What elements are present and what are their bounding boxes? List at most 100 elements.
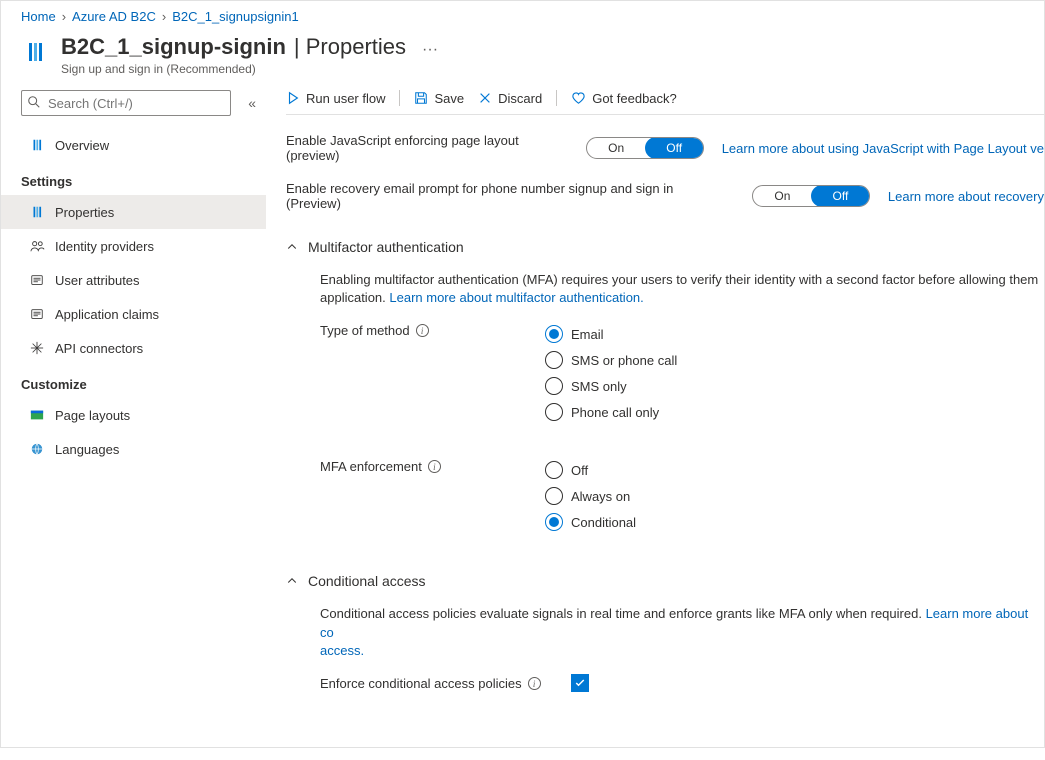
page-layouts-icon bbox=[29, 408, 45, 422]
page-subtitle: | Properties bbox=[294, 34, 406, 60]
radio-icon bbox=[545, 377, 563, 395]
ca-enforce-label: Enforce conditional access policies bbox=[320, 676, 522, 691]
toolbar-separator bbox=[399, 90, 400, 106]
mfa-section-header[interactable]: Multifactor authentication bbox=[286, 229, 1044, 265]
chevron-right-icon: › bbox=[62, 9, 66, 24]
mfa-section-title: Multifactor authentication bbox=[308, 239, 464, 255]
discard-button[interactable]: Discard bbox=[478, 91, 542, 106]
page-header: B2C_1_signup-signin | Properties ··· Sig… bbox=[1, 28, 1044, 86]
breadcrumb-level1[interactable]: Azure AD B2C bbox=[72, 9, 156, 24]
sidebar-item-languages[interactable]: Languages bbox=[1, 432, 266, 466]
breadcrumb-home[interactable]: Home bbox=[21, 9, 56, 24]
mfa-enforce-conditional[interactable]: Conditional bbox=[545, 509, 1044, 535]
radio-icon bbox=[545, 403, 563, 421]
ca-section-header[interactable]: Conditional access bbox=[286, 563, 1044, 599]
sidebar-item-overview[interactable]: Overview bbox=[1, 128, 266, 162]
mfa-type-sms[interactable]: SMS only bbox=[545, 373, 1044, 399]
mfa-type-label: Type of method bbox=[320, 323, 410, 338]
discard-icon bbox=[478, 91, 492, 105]
toggle-off[interactable]: Off bbox=[645, 137, 704, 159]
toolbar-separator bbox=[556, 90, 557, 106]
mfa-type-sms-call[interactable]: SMS or phone call bbox=[545, 347, 1044, 373]
sidebar: « Overview Settings Properties Identity … bbox=[1, 86, 266, 760]
ca-section-title: Conditional access bbox=[308, 573, 426, 589]
learn-more-recovery-link[interactable]: Learn more about recovery bbox=[888, 189, 1044, 204]
sidebar-section-customize: Customize bbox=[21, 377, 266, 392]
radio-icon bbox=[545, 487, 563, 505]
learn-more-mfa-link[interactable]: Learn more about multifactor authenticat… bbox=[389, 290, 643, 305]
toggle-on[interactable]: On bbox=[587, 138, 646, 158]
sidebar-item-label: Application claims bbox=[55, 307, 159, 322]
mfa-enforce-off[interactable]: Off bbox=[545, 457, 1044, 483]
mfa-type-radiogroup: Email SMS or phone call SMS only Phone c… bbox=[545, 321, 1044, 425]
sidebar-item-api-connectors[interactable]: API connectors bbox=[1, 331, 266, 365]
ca-description: Conditional access policies evaluate sig… bbox=[320, 605, 1044, 660]
mfa-enforcement-radiogroup: Off Always on Conditional bbox=[545, 457, 1044, 535]
save-icon bbox=[414, 91, 428, 105]
play-icon bbox=[286, 91, 300, 105]
sidebar-section-settings: Settings bbox=[21, 174, 266, 189]
languages-icon bbox=[29, 442, 45, 456]
mfa-type-call[interactable]: Phone call only bbox=[545, 399, 1044, 425]
page-description: Sign up and sign in (Recommended) bbox=[61, 62, 438, 76]
enable-javascript-label: Enable JavaScript enforcing page layout … bbox=[286, 133, 554, 163]
user-flow-icon bbox=[21, 38, 49, 66]
toolbar: Run user flow Save Discard Got feedback? bbox=[286, 90, 1044, 115]
user-attributes-icon bbox=[29, 273, 45, 287]
properties-icon bbox=[29, 205, 45, 219]
main-content: Run user flow Save Discard Got feedback?… bbox=[266, 86, 1044, 760]
toggle-on[interactable]: On bbox=[753, 186, 812, 206]
more-button[interactable]: ··· bbox=[422, 41, 438, 59]
info-icon[interactable]: i bbox=[528, 677, 541, 690]
toolbar-label: Save bbox=[434, 91, 464, 106]
search-icon bbox=[27, 95, 41, 109]
sidebar-item-properties[interactable]: Properties bbox=[1, 195, 266, 229]
conditional-access-section: Conditional access Conditional access po… bbox=[286, 563, 1044, 692]
toolbar-label: Got feedback? bbox=[592, 91, 677, 106]
overview-icon bbox=[29, 138, 45, 152]
toolbar-label: Run user flow bbox=[306, 91, 385, 106]
breadcrumb: Home › Azure AD B2C › B2C_1_signupsignin… bbox=[1, 1, 1044, 28]
chevron-up-icon bbox=[286, 575, 298, 587]
collapse-sidebar-button[interactable]: « bbox=[248, 95, 256, 111]
sidebar-item-label: User attributes bbox=[55, 273, 140, 288]
radio-icon bbox=[545, 513, 563, 531]
api-connectors-icon bbox=[29, 341, 45, 355]
sidebar-item-identity-providers[interactable]: Identity providers bbox=[1, 229, 266, 263]
feedback-button[interactable]: Got feedback? bbox=[571, 91, 677, 106]
toolbar-label: Discard bbox=[498, 91, 542, 106]
learn-more-ca-link-cont[interactable]: access. bbox=[320, 643, 364, 658]
sidebar-item-application-claims[interactable]: Application claims bbox=[1, 297, 266, 331]
info-icon[interactable]: i bbox=[428, 460, 441, 473]
chevron-up-icon bbox=[286, 241, 298, 253]
save-button[interactable]: Save bbox=[414, 91, 464, 106]
identity-providers-icon bbox=[29, 239, 45, 254]
mfa-section: Multifactor authentication Enabling mult… bbox=[286, 229, 1044, 535]
application-claims-icon bbox=[29, 307, 45, 321]
sidebar-item-label: Identity providers bbox=[55, 239, 154, 254]
sidebar-item-page-layouts[interactable]: Page layouts bbox=[1, 398, 266, 432]
learn-more-javascript-link[interactable]: Learn more about using JavaScript with P… bbox=[722, 141, 1044, 156]
mfa-enforcement-label: MFA enforcement bbox=[320, 459, 422, 474]
toggle-off[interactable]: Off bbox=[811, 185, 870, 207]
enable-recovery-toggle[interactable]: On Off bbox=[752, 185, 870, 207]
chevron-right-icon: › bbox=[162, 9, 166, 24]
breadcrumb-level2[interactable]: B2C_1_signupsignin1 bbox=[172, 9, 298, 24]
radio-icon bbox=[545, 351, 563, 369]
enable-javascript-toggle[interactable]: On Off bbox=[586, 137, 704, 159]
check-icon bbox=[574, 677, 586, 689]
sidebar-item-label: Languages bbox=[55, 442, 119, 457]
sidebar-item-label: API connectors bbox=[55, 341, 143, 356]
run-user-flow-button[interactable]: Run user flow bbox=[286, 91, 385, 106]
mfa-type-email[interactable]: Email bbox=[545, 321, 1044, 347]
info-icon[interactable]: i bbox=[416, 324, 429, 337]
mfa-description: Enabling multifactor authentication (MFA… bbox=[320, 271, 1044, 307]
search-input[interactable] bbox=[21, 90, 231, 116]
sidebar-item-user-attributes[interactable]: User attributes bbox=[1, 263, 266, 297]
radio-icon bbox=[545, 325, 563, 343]
sidebar-item-label: Properties bbox=[55, 205, 114, 220]
mfa-enforce-always[interactable]: Always on bbox=[545, 483, 1044, 509]
enable-recovery-label: Enable recovery email prompt for phone n… bbox=[286, 181, 720, 211]
sidebar-item-label: Overview bbox=[55, 138, 109, 153]
ca-enforce-checkbox[interactable] bbox=[571, 674, 589, 692]
